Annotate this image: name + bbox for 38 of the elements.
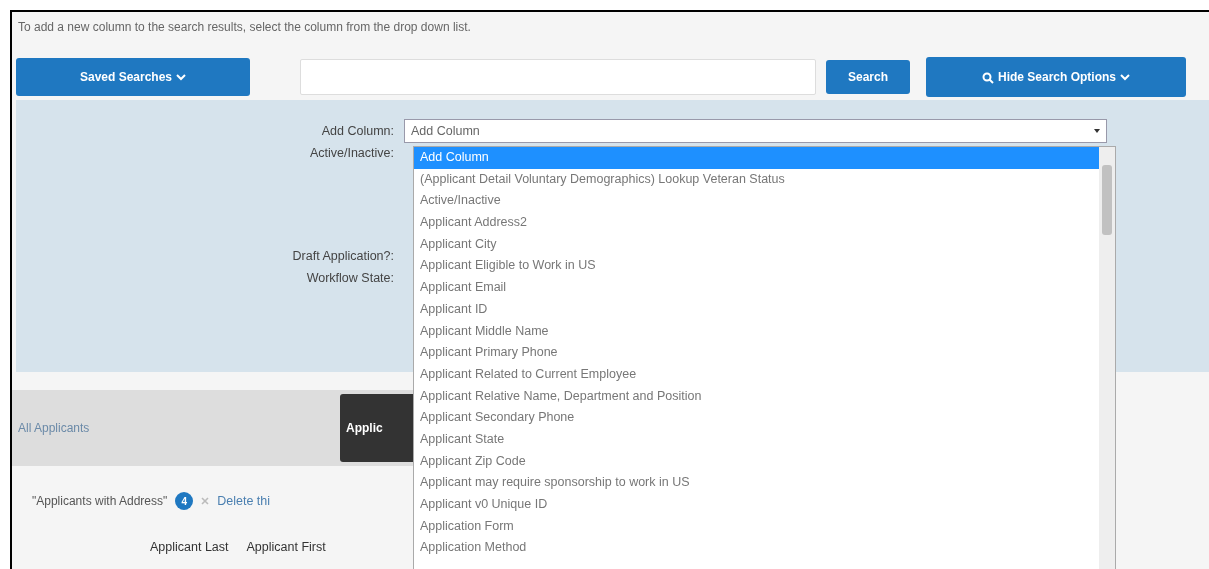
dropdown-option[interactable]: Application Form	[414, 515, 1099, 538]
dropdown-option[interactable]: Applicant City	[414, 233, 1099, 256]
dropdown-option[interactable]: Applicant Email	[414, 277, 1099, 299]
chevron-icon	[176, 74, 187, 82]
dropdown-option[interactable]: Applicant may require sponsorship to work in US	[414, 472, 1099, 494]
dropdown-option[interactable]: Add Column	[414, 147, 1099, 169]
filter-label: Workflow State:	[305, 269, 395, 287]
scrollbar[interactable]	[1099, 147, 1115, 569]
count-badge: 4	[175, 492, 194, 510]
search-field[interactable]	[300, 59, 816, 95]
dropdown-option[interactable]: Applicant Primary Phone	[414, 342, 1099, 364]
hide-search-options-button[interactable]: Hide Search Options	[926, 57, 1186, 97]
filter-label: Draft Application?:	[291, 247, 395, 265]
filter-label: Active/Inactive:	[308, 144, 395, 162]
dropdown-option[interactable]: Applicant Eligible to Work in US	[414, 255, 1099, 278]
column-header[interactable]: Applicant First	[246, 538, 326, 557]
search-button[interactable]: Search	[826, 60, 910, 94]
close-icon	[201, 497, 210, 505]
search-icon	[982, 71, 994, 84]
dropdown-option[interactable]: Applicant v0 Unique ID	[414, 494, 1099, 516]
select-value: Add Column	[411, 122, 480, 140]
dropdown-option[interactable]: Applicant ID	[414, 298, 1099, 321]
dropdown-option[interactable]: Applicant Middle Name	[414, 320, 1099, 343]
dropdown-option[interactable]: Application Method	[414, 537, 1099, 560]
saved-search-name: "Applicants with Address"	[32, 493, 168, 510]
dropdown-option[interactable]: Active/Inactive	[414, 190, 1099, 213]
dropdown-option[interactable]: Applicant Related to Current Employee	[414, 363, 1099, 386]
instruction-text: To add a new column to the search results, select the column from the drop down list.	[18, 20, 471, 34]
dropdown-option[interactable]: (Applicant Detail Voluntary Demographics) Lookup Veteran Status	[414, 168, 1099, 191]
delete-link[interactable]: Delete thi	[201, 491, 271, 511]
chevron-icon	[1120, 74, 1130, 82]
filter-label: Add Column:	[320, 122, 395, 140]
column-header[interactable]: Applicant Last	[150, 538, 229, 557]
dropdown-option[interactable]: Applicant Address2	[414, 212, 1099, 234]
saved-searches-button[interactable]: Saved Searches	[16, 58, 250, 96]
add-column-select[interactable]: Add Column	[404, 119, 1107, 143]
tab[interactable]: All Applicants	[12, 390, 340, 466]
dropdown-arrow-icon	[1094, 129, 1100, 133]
